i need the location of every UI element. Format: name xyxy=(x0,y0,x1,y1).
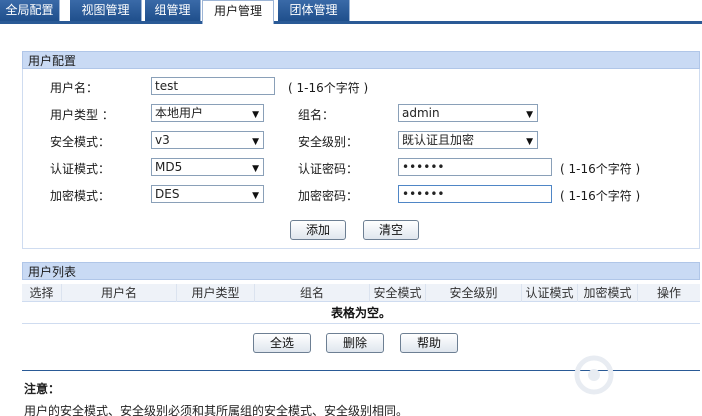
column-enc-mode: 加密模式 xyxy=(578,284,638,302)
enc-mode-select[interactable]: DES ▼ xyxy=(151,185,264,203)
chevron-down-icon: ▼ xyxy=(252,137,259,147)
help-button[interactable]: 帮助 xyxy=(400,333,458,353)
auth-password-input[interactable]: •••••• xyxy=(398,158,552,176)
column-action: 操作 xyxy=(656,286,681,300)
tab-group-management[interactable]: 组管理 xyxy=(145,0,201,21)
note-title: 注意： xyxy=(24,382,61,396)
group-select[interactable]: admin ▼ xyxy=(398,104,538,122)
chevron-down-icon: ▼ xyxy=(252,191,259,201)
auth-mode-value: MD5 xyxy=(155,160,183,174)
security-level-value: 既认证且加密 xyxy=(402,133,475,147)
security-mode-select[interactable]: v3 ▼ xyxy=(151,131,264,149)
chevron-down-icon: ▼ xyxy=(526,110,533,120)
note-text: 用户的安全模式、安全级别必须和其所属组的安全模式、安全级别相同。 xyxy=(24,404,409,416)
tab-community-management[interactable]: 团体管理 xyxy=(278,0,350,21)
security-mode-value: v3 xyxy=(155,133,170,147)
delete-button[interactable]: 删除 xyxy=(326,333,384,353)
column-group-name: 组名 xyxy=(255,284,370,302)
chevron-down-icon: ▼ xyxy=(526,137,533,147)
security-level-label: 安全级别： xyxy=(298,135,359,149)
username-label: 用户名： xyxy=(50,81,99,95)
enc-password-label: 加密密码： xyxy=(298,189,359,203)
table-header-row: 选择 用户名 用户类型 组名 安全模式 安全级别 认证模式 加密模式 操作 xyxy=(22,284,700,302)
tab-bar: 全局配置 视图管理 组管理 用户管理 团体管理 xyxy=(0,0,702,24)
column-security-mode: 安全模式 xyxy=(370,284,426,302)
username-hint: ( 1-16个字符 ) xyxy=(288,81,369,95)
user-type-label: 用户类型 ： xyxy=(50,108,114,122)
tab-view-management[interactable]: 视图管理 xyxy=(70,0,142,21)
user-type-value: 本地用户 xyxy=(155,106,204,120)
group-label: 组名： xyxy=(298,108,335,122)
group-value: admin xyxy=(402,106,440,120)
auth-mode-label: 认证模式： xyxy=(50,162,111,176)
user-type-select[interactable]: 本地用户 ▼ xyxy=(151,104,264,122)
enc-mode-label: 加密模式： xyxy=(50,189,111,203)
clear-button[interactable]: 清空 xyxy=(363,220,419,240)
user-config-panel xyxy=(22,69,700,249)
column-auth-mode: 认证模式 xyxy=(522,284,578,302)
security-mode-label: 安全模式： xyxy=(50,135,111,149)
enc-password-hint: ( 1-16个字符 ) xyxy=(560,189,641,203)
enc-password-input[interactable]: •••••• xyxy=(398,185,552,203)
add-button[interactable]: 添加 xyxy=(290,220,346,240)
column-security-level: 安全级别 xyxy=(426,284,522,302)
tab-user-management[interactable]: 用户管理 xyxy=(202,0,274,24)
chevron-down-icon: ▼ xyxy=(252,164,259,174)
column-username: 用户名 xyxy=(62,284,177,302)
auth-password-hint: ( 1-16个字符 ) xyxy=(560,162,641,176)
tab-global-config[interactable]: 全局配置 xyxy=(0,0,60,21)
column-select: 选择 xyxy=(22,284,62,302)
chevron-down-icon: ▼ xyxy=(252,110,259,120)
table-empty-message: 表格为空。 xyxy=(22,303,700,324)
security-level-select[interactable]: 既认证且加密 ▼ xyxy=(398,131,538,149)
user-config-header: 用户配置 xyxy=(22,51,700,69)
auth-mode-select[interactable]: MD5 ▼ xyxy=(151,158,264,176)
username-input[interactable]: test xyxy=(151,77,275,95)
column-user-type: 用户类型 xyxy=(177,284,255,302)
watermark-logo xyxy=(572,350,692,400)
auth-password-label: 认证密码： xyxy=(298,162,359,176)
user-list-header: 用户列表 xyxy=(22,262,700,280)
enc-mode-value: DES xyxy=(155,187,180,201)
select-all-button[interactable]: 全选 xyxy=(253,333,311,353)
